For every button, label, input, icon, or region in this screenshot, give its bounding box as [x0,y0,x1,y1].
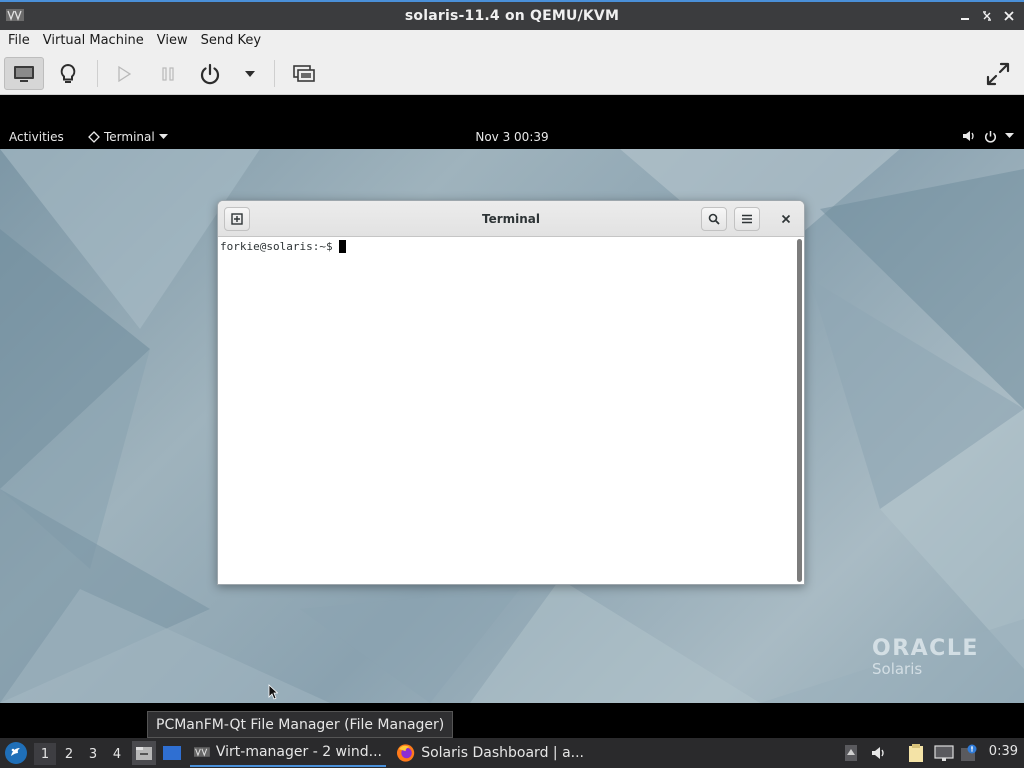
guest-clock[interactable]: Nov 3 00:39 [475,130,548,144]
mouse-pointer-icon [268,684,278,700]
text-cursor [338,240,346,253]
console-icon [14,65,34,82]
terminal-app-icon [88,131,100,143]
maximize-button[interactable] [976,5,998,27]
terminal-title: Terminal [481,211,541,226]
clipboard-icon [909,744,923,762]
workspace-2[interactable]: 2 [58,743,80,765]
volume-icon [872,747,884,759]
workspace-3[interactable]: 3 [82,743,104,765]
fullscreen-button[interactable] [978,57,1018,90]
tray-notification[interactable] [958,742,980,764]
host-taskbar: 1 2 3 4 Virt-manager - 2 wind... Solaris… [0,738,1024,768]
pause-icon [162,66,174,81]
power-icon [200,63,220,84]
tray-clipboard[interactable] [905,742,927,764]
minimize-button[interactable] [954,5,976,27]
terminal-headerbar[interactable]: Terminal [218,201,804,237]
file-manager-icon [136,747,152,760]
volume-icon [963,131,974,141]
run-button[interactable] [104,57,144,90]
start-menu-icon[interactable] [4,741,28,765]
taskbar-clock[interactable]: 0:39 [989,744,1018,759]
tray-up-arrow[interactable] [840,742,862,764]
shell-prompt: forkie@solaris:~$ [220,240,333,253]
search-icon [708,213,720,225]
show-desktop-launcher[interactable] [160,741,184,765]
new-tab-icon [231,213,243,225]
oracle-solaris-logo: ORACLE Solaris [872,636,979,678]
tray-volume[interactable] [868,742,890,764]
tooltip: PCManFM-Qt File Manager (File Manager) [147,711,454,738]
network-icon [934,745,954,761]
logo-product: Solaris [872,660,923,678]
shutdown-button[interactable] [190,57,230,90]
file-manager-launcher[interactable] [132,741,156,765]
window-title: solaris-11.4 on QEMU/KVM [404,8,620,24]
menu-view[interactable]: View [152,30,193,52]
task-label: Solaris Dashboard | a... [421,745,584,761]
close-button[interactable] [998,5,1020,27]
pause-button[interactable] [148,57,188,90]
up-arrow-icon [845,745,857,761]
snapshots-icon [293,64,315,82]
menu-button[interactable] [734,207,760,231]
virt-manager-icon [6,7,24,23]
console-button[interactable] [4,57,44,90]
minimize-icon [961,18,969,20]
virt-manager-icon [194,747,210,757]
window-titlebar[interactable]: solaris-11.4 on QEMU/KVM [0,0,1024,30]
task-virt-manager[interactable]: Virt-manager - 2 wind... [190,739,386,767]
menubar: File Virtual Machine View Send Key [0,30,1024,52]
terminal-scrollbar[interactable] [797,239,802,582]
chevron-down-icon [1005,133,1014,138]
gnome-top-bar: Activities Terminal Nov 3 00:39 [0,125,1024,149]
terminal-close-button[interactable] [774,207,798,231]
snapshots-button[interactable] [284,57,324,90]
play-icon [118,65,131,82]
firefox-icon [396,744,415,762]
toolbar [0,52,1024,95]
workspace-4[interactable]: 4 [106,743,128,765]
guest-display[interactable]: Activities Terminal Nov 3 00:39 Terminal… [0,95,1024,703]
fullscreen-icon [986,62,1010,85]
tray-network[interactable] [933,742,955,764]
menu-file[interactable]: File [3,30,35,52]
task-firefox[interactable]: Solaris Dashboard | a... [392,739,588,767]
close-icon [781,214,791,224]
system-menu[interactable] [962,129,1014,143]
maximize-icon [983,11,991,21]
menu-send-key[interactable]: Send Key [196,30,266,52]
app-menu[interactable]: Terminal [88,130,168,144]
terminal-body[interactable]: forkie@solaris:~$ [218,237,804,584]
shutdown-menu-button[interactable] [230,57,270,90]
notification-icon [961,744,977,761]
app-menu-label: Terminal [104,130,155,144]
chevron-down-icon [158,134,168,139]
power-icon [984,130,997,143]
hamburger-icon [742,214,752,224]
lightbulb-icon [60,63,76,83]
logo-brand: ORACLE [872,636,979,661]
search-button[interactable] [701,207,727,231]
guest-desktop[interactable]: Terminal forkie@solaris:~$ ORACLE Solari… [0,149,1024,703]
activities-button[interactable]: Activities [9,130,64,144]
details-button[interactable] [48,57,88,90]
show-desktop-icon [163,746,181,760]
menu-virtual-machine[interactable]: Virtual Machine [38,30,149,52]
terminal-window[interactable]: Terminal forkie@solaris:~$ [217,200,805,585]
workspace-1[interactable]: 1 [34,743,56,765]
new-tab-button[interactable] [224,207,250,231]
dropdown-arrow-icon [245,70,255,77]
close-icon [1004,11,1014,21]
task-label: Virt-manager - 2 wind... [215,744,382,760]
